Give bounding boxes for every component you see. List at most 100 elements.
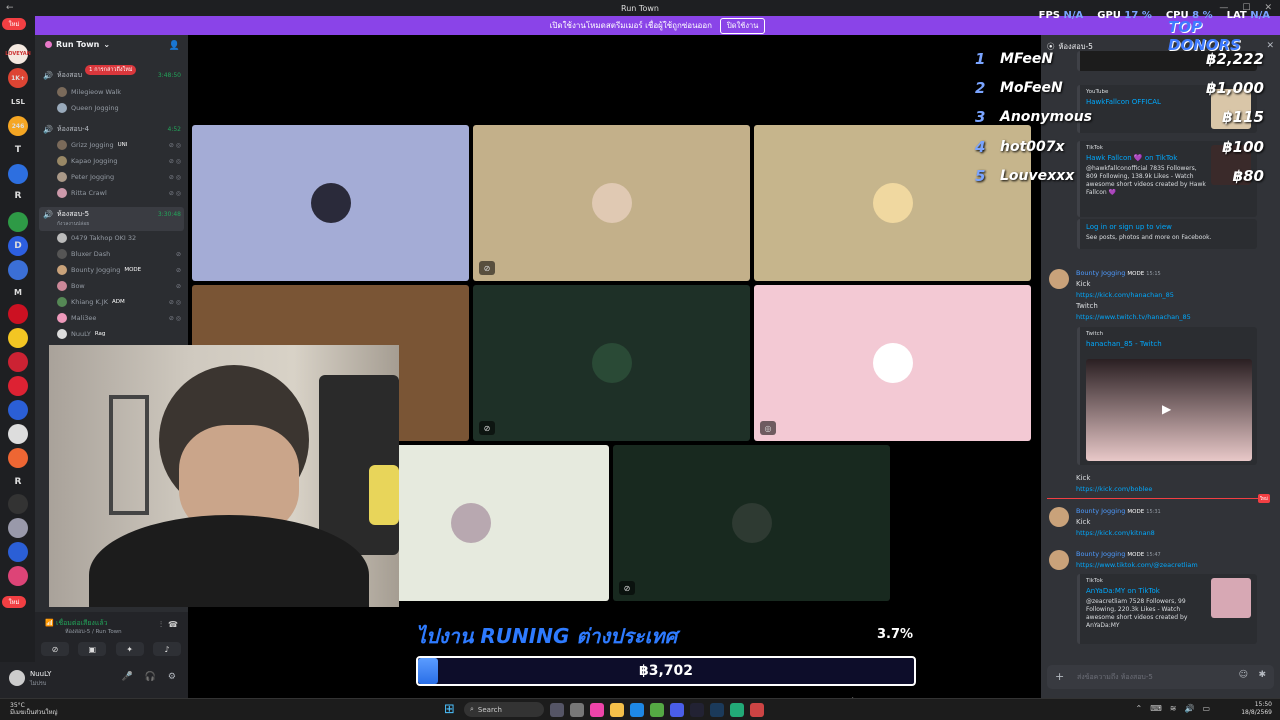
file-explorer-icon[interactable] (610, 702, 624, 717)
server-icon[interactable]: M (8, 282, 28, 302)
chevron-up-icon[interactable]: ⌃ (1136, 704, 1143, 713)
voice-member[interactable]: Queen Jogging (57, 103, 181, 113)
message-author[interactable]: Bounty Jogging (1076, 507, 1125, 515)
server-icon[interactable] (8, 542, 28, 562)
voice-member[interactable]: Khiang K.JK ADM ⊘ ◎ (57, 297, 181, 307)
taskbar-clock[interactable]: 15:50 18/8/2569 (1241, 701, 1272, 718)
avatar[interactable] (1049, 550, 1069, 570)
server-icon[interactable]: R (8, 186, 28, 206)
server-icon[interactable] (8, 376, 28, 396)
server-icon[interactable]: R (8, 472, 28, 492)
disable-streamer-mode-button[interactable]: ปิดใช้งาน (720, 17, 766, 34)
avatar[interactable] (1049, 507, 1069, 527)
voice-member[interactable]: Milegieow Walk (57, 87, 181, 97)
voice-channel[interactable]: 🔊 ห้องสอบ-4 4:52 (43, 124, 181, 135)
voice-member[interactable]: 0479 Takhop OKI 32 (57, 233, 181, 243)
voice-channel[interactable]: 🔊 ห้องสอบ 3:48:50 (43, 70, 181, 81)
keyboard-icon[interactable]: ⌨ (1150, 704, 1162, 713)
headphones-icon[interactable]: 🎧 (145, 672, 156, 682)
server-icon[interactable]: D (8, 236, 28, 256)
discord-icon[interactable] (670, 702, 684, 717)
participant-tile[interactable]: ⊘ (613, 445, 890, 601)
donation-goal-amount: ฿3,702 (638, 663, 694, 679)
voice-channel-active[interactable]: 🔊 ห้องสอบ-5 3:30:48 (43, 209, 181, 220)
message-link[interactable]: https://www.twitch.tv/hanachan_85 (1076, 313, 1191, 321)
message-author[interactable]: Bounty Jogging (1076, 550, 1125, 558)
noise-suppression-icon[interactable]: ⫶ (160, 620, 162, 630)
screen-share-button[interactable]: ▣ (78, 642, 107, 656)
emoji-icon[interactable]: ☺ (1239, 670, 1248, 680)
chrome-icon[interactable] (750, 702, 764, 717)
avatar[interactable] (1049, 269, 1069, 289)
disconnect-icon[interactable]: ☎ (168, 620, 178, 629)
invite-icon[interactable]: 👤 (169, 41, 180, 51)
message-link[interactable]: https://kick.com/kitnan8 (1076, 529, 1155, 537)
server-icon[interactable] (8, 164, 28, 184)
server-icon[interactable]: 1K+ (8, 68, 28, 88)
participant-tile[interactable]: ⊘ (473, 125, 750, 281)
voice-member[interactable]: Kapao Jogging ⊘ ◎ (57, 156, 181, 166)
server-icon[interactable]: LOVEYAN (5, 44, 31, 64)
server-header[interactable]: Run Town ⌄ (45, 40, 110, 49)
camera-off-button[interactable]: ⊘ (41, 642, 69, 656)
avatar (872, 343, 913, 383)
gear-icon[interactable]: ⚙ (168, 672, 176, 682)
server-icon[interactable] (8, 304, 28, 324)
embed-link[interactable]: Log in or sign up to view (1086, 223, 1251, 231)
embed-link[interactable]: hanachan_85 - Twitch (1086, 340, 1251, 348)
server-icon[interactable] (8, 212, 28, 232)
voice-member[interactable]: Ritta Crawl ⊘ ◎ (57, 188, 181, 198)
plus-icon[interactable]: + (1055, 670, 1064, 683)
server-icon[interactable] (8, 448, 28, 468)
widgets-icon[interactable] (550, 702, 564, 717)
avatar (450, 503, 491, 543)
voice-member[interactable]: Peter Jogging ⊘ ◎ (57, 172, 181, 182)
edge-icon[interactable] (630, 702, 644, 717)
microphone-icon[interactable]: 🎤 (121, 672, 132, 682)
message-text: Kick (1076, 474, 1091, 482)
activities-button[interactable]: ✦ (115, 642, 144, 656)
apps-icon[interactable]: ✱ (1258, 670, 1266, 680)
back-arrow-icon[interactable]: ← (6, 3, 14, 13)
message-link[interactable]: https://kick.com/boblee (1076, 485, 1152, 493)
weather-widget[interactable]: 35°C มีเมฆเป็นส่วนใหญ่ (10, 702, 58, 716)
task-view-icon[interactable] (570, 702, 584, 717)
voice-member[interactable]: Grizz Jogging UNI ⊘ ◎ (57, 140, 181, 150)
participant-tile[interactable]: ◎ (754, 285, 1031, 441)
voice-member[interactable]: Bounty Jogging MODE ⊘ (57, 265, 181, 275)
chrome-icon[interactable] (650, 702, 664, 717)
play-icon[interactable]: ▶ (1162, 402, 1171, 416)
server-icon[interactable] (8, 494, 28, 514)
participant-tile[interactable] (192, 125, 469, 281)
server-icon[interactable]: 246 (8, 116, 28, 136)
server-icon[interactable] (8, 328, 28, 348)
steam-icon[interactable] (710, 702, 724, 717)
server-icon[interactable] (8, 260, 28, 280)
voice-member[interactable]: Bluxer Dash ⊘ (57, 249, 181, 259)
avatar[interactable] (9, 670, 25, 686)
server-icon[interactable]: LSL (8, 92, 28, 112)
app-icon[interactable] (730, 702, 744, 717)
participant-tile[interactable]: ⊘ (473, 285, 750, 441)
server-icon[interactable]: T (8, 140, 28, 160)
server-icon[interactable] (8, 566, 28, 586)
voice-member[interactable]: NuuLY Rag (57, 329, 181, 339)
server-icon[interactable] (8, 518, 28, 538)
server-icon[interactable] (8, 424, 28, 444)
message-link[interactable]: https://kick.com/hanachan_85 (1076, 291, 1174, 299)
message-link[interactable]: https://www.tiktok.com/@zeacretliam (1076, 561, 1198, 569)
voice-member[interactable]: Mali3ee ⊘ ◎ (57, 313, 181, 323)
voice-member[interactable]: Bow ⊘ (57, 281, 181, 291)
obs-icon[interactable] (690, 702, 704, 717)
message-author[interactable]: Bounty Jogging (1076, 269, 1125, 277)
taskbar-search[interactable]: ⌕ Search (464, 702, 544, 717)
message-composer[interactable]: + ส่งข้อความถึง ห้องสอบ-5 ☺ ✱ (1047, 665, 1274, 689)
server-icon[interactable] (8, 400, 28, 420)
soundboard-button[interactable]: ♪ (152, 642, 181, 656)
volume-icon[interactable]: 🔊 (1184, 704, 1194, 713)
copilot-icon[interactable] (590, 702, 604, 717)
battery-icon[interactable]: ▭ (1202, 704, 1210, 713)
wifi-icon[interactable]: ≋ (1170, 704, 1177, 713)
windows-start-icon[interactable]: ⊞ (444, 702, 458, 717)
server-icon[interactable] (8, 352, 28, 372)
